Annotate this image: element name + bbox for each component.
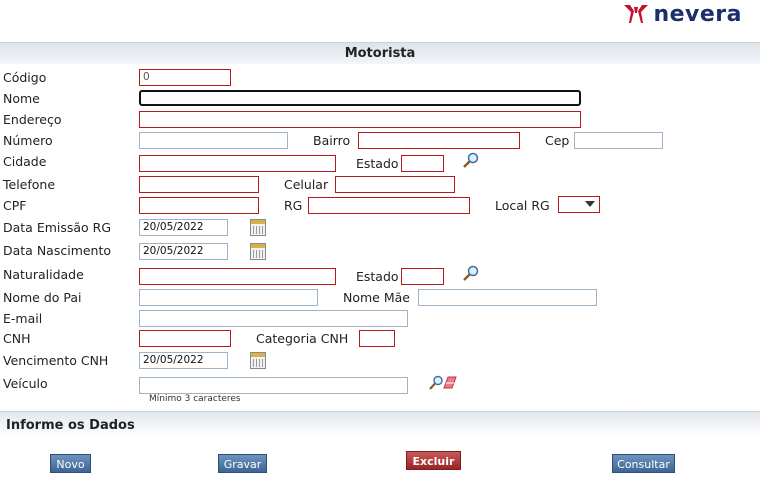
- bairro-input[interactable]: [358, 132, 520, 149]
- calendar-icon[interactable]: [250, 352, 266, 369]
- categoria-cnh-label: Categoria CNH: [256, 331, 349, 346]
- nome-pai-label: Nome do Pai: [3, 290, 82, 305]
- data-emissao-rg-label: Data Emissão RG: [3, 220, 112, 235]
- footer-title: Informe os Dados: [6, 418, 135, 433]
- gravar-button[interactable]: Gravar: [218, 454, 267, 473]
- naturalidade-label: Naturalidade: [3, 267, 84, 282]
- naturalidade-input[interactable]: [139, 268, 336, 285]
- vencimento-cnh-label: Vencimento CNH: [3, 353, 109, 368]
- data-emissao-rg-input[interactable]: 20/05/2022: [139, 219, 228, 236]
- telefone-input[interactable]: [139, 176, 259, 193]
- form-title: Motorista: [0, 42, 760, 64]
- consultar-button[interactable]: Consultar: [612, 454, 675, 473]
- codigo-input[interactable]: 0: [139, 69, 231, 86]
- estado-label: Estado: [356, 156, 399, 171]
- veiculo-input[interactable]: [139, 377, 408, 394]
- chevron-down-icon: [585, 201, 595, 207]
- nome-label: Nome: [3, 91, 40, 106]
- vencimento-cnh-input[interactable]: 20/05/2022: [139, 352, 228, 369]
- endereco-label: Endereço: [3, 112, 62, 127]
- celular-input[interactable]: [335, 176, 455, 193]
- veiculo-label: Veículo: [3, 376, 48, 391]
- categoria-cnh-input[interactable]: [359, 330, 395, 347]
- nome-input[interactable]: [139, 90, 581, 106]
- telefone-label: Telefone: [3, 177, 56, 192]
- data-nascimento-input[interactable]: 20/05/2022: [139, 243, 228, 260]
- calendar-icon[interactable]: [250, 219, 266, 236]
- codigo-label: Código: [3, 70, 47, 85]
- calendar-icon[interactable]: [250, 243, 266, 260]
- email-label: E-mail: [3, 311, 43, 326]
- cpf-label: CPF: [3, 198, 27, 213]
- rg-input[interactable]: [308, 197, 470, 214]
- cnh-label: CNH: [3, 331, 31, 346]
- search-icon[interactable]: [428, 375, 444, 390]
- nome-mae-input[interactable]: [418, 289, 597, 306]
- cpf-input[interactable]: [139, 197, 259, 214]
- cidade-label: Cidade: [3, 154, 47, 169]
- bairro-label: Bairro: [313, 133, 351, 148]
- cep-input[interactable]: [574, 132, 663, 149]
- data-nascimento-label: Data Nascimento: [3, 243, 112, 258]
- endereco-input[interactable]: [139, 111, 581, 128]
- nome-mae-label: Nome Mãe: [343, 290, 410, 305]
- cidade-input[interactable]: [139, 155, 336, 172]
- estado-naturalidade-label: Estado: [356, 269, 399, 284]
- nome-pai-input[interactable]: [139, 289, 318, 306]
- email-input[interactable]: [139, 310, 408, 327]
- cep-label: Cep: [545, 133, 570, 148]
- rg-label: RG: [284, 198, 303, 213]
- local-rg-label: Local RG: [495, 198, 550, 213]
- estado-naturalidade-input[interactable]: [401, 268, 444, 285]
- estado-input[interactable]: [401, 155, 444, 172]
- search-icon[interactable]: [462, 265, 480, 281]
- numero-label: Número: [3, 133, 53, 148]
- excluir-button[interactable]: Excluir: [406, 451, 461, 470]
- search-icon[interactable]: [462, 152, 480, 168]
- cnh-input[interactable]: [139, 330, 231, 347]
- numero-input[interactable]: [139, 132, 288, 149]
- local-rg-select[interactable]: [558, 196, 600, 213]
- eraser-icon[interactable]: [443, 376, 457, 389]
- brand-mark-icon: [624, 5, 649, 23]
- celular-label: Celular: [284, 177, 329, 192]
- novo-button[interactable]: Novo: [50, 454, 91, 473]
- brand-logo: nevera: [623, 1, 742, 27]
- veiculo-hint: Mínimo 3 caracteres: [149, 394, 241, 404]
- brand-name: nevera: [653, 1, 742, 27]
